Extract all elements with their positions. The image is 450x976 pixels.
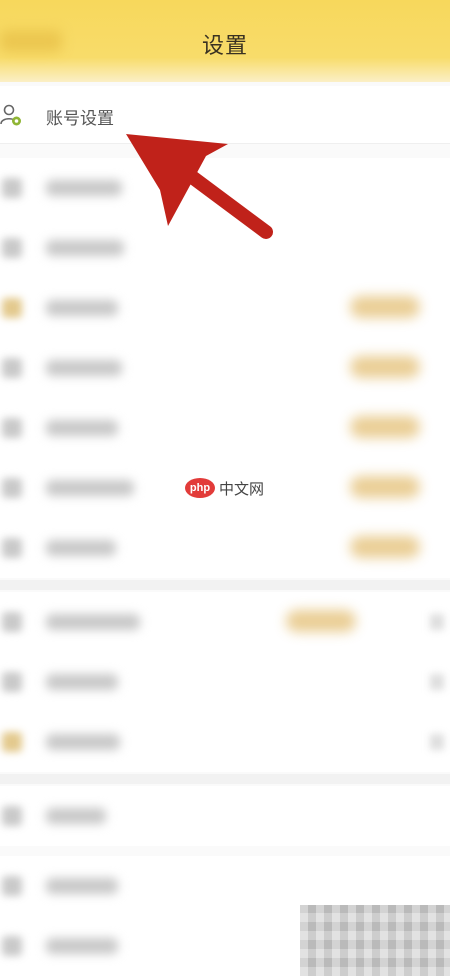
list-item[interactable] bbox=[0, 158, 450, 218]
list-item[interactable] bbox=[0, 712, 450, 772]
account-settings-row[interactable]: 账号设置 bbox=[0, 86, 450, 144]
watermark: php 中文网 bbox=[185, 477, 264, 499]
list-item[interactable] bbox=[0, 278, 450, 338]
list-item[interactable] bbox=[0, 518, 450, 578]
list-item[interactable] bbox=[0, 786, 450, 846]
watermark-badge: php bbox=[185, 478, 215, 498]
list-item[interactable] bbox=[0, 338, 450, 398]
section-divider bbox=[0, 774, 450, 784]
list-item[interactable] bbox=[0, 218, 450, 278]
section-divider bbox=[0, 580, 450, 590]
watermark-text: 中文网 bbox=[219, 479, 265, 498]
list-item[interactable] bbox=[0, 652, 450, 712]
mosaic-block bbox=[300, 905, 450, 976]
list-item[interactable] bbox=[0, 398, 450, 458]
account-settings-label: 账号设置 bbox=[46, 109, 114, 129]
header-bar: 设置 bbox=[0, 0, 450, 82]
page-title: 设置 bbox=[201, 34, 248, 59]
account-settings-icon bbox=[0, 104, 21, 126]
list-item[interactable] bbox=[0, 592, 450, 652]
